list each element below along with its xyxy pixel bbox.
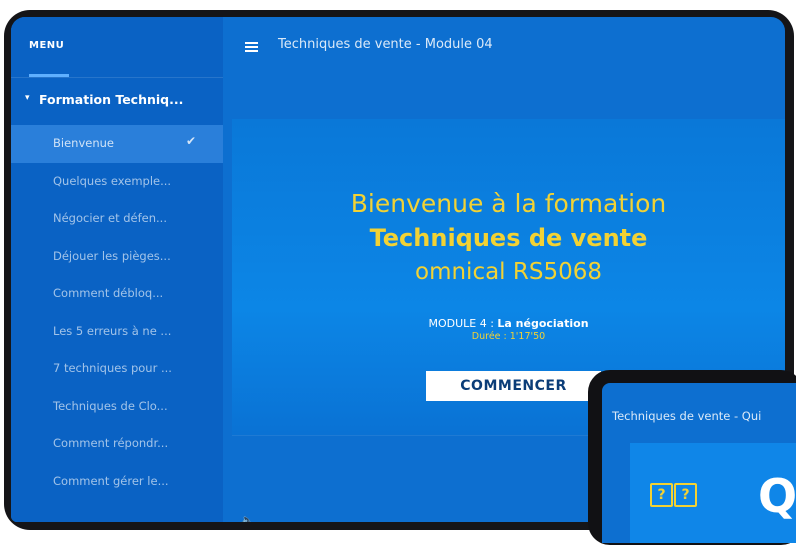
sidebar-item-gerer[interactable]: Comment gérer le... xyxy=(11,463,223,501)
menu-header: MENU xyxy=(11,17,223,78)
tablet-screen: Techniques de vente - Qui ? ? Q xyxy=(602,383,796,543)
sidebar-items: Bienvenue ✔ Quelques exemple... Négocier… xyxy=(11,125,223,500)
hamburger-menu-icon[interactable] xyxy=(245,42,258,52)
top-bar: Techniques de vente - Module 04 xyxy=(223,17,785,77)
sidebar-item-label: Quelques exemple... xyxy=(53,173,172,188)
sidebar-item-debloquer[interactable]: Comment débloq... xyxy=(11,275,223,313)
sidebar-item-techniques[interactable]: 7 techniques pour ... xyxy=(11,350,223,388)
menu-tab-underline xyxy=(29,74,69,77)
start-button[interactable]: COMMENCER xyxy=(426,371,601,401)
slide-heading-course: Techniques de vente xyxy=(369,224,648,252)
tablet-course-title: Techniques de vente - Qui xyxy=(612,409,762,423)
sidebar-item-exemples[interactable]: Quelques exemple... xyxy=(11,163,223,201)
sidebar-item-label: Techniques de Clo... xyxy=(53,398,168,413)
sidebar-item-label: Comment débloq... xyxy=(53,286,164,300)
sidebar-item-closing[interactable]: Techniques de Clo... xyxy=(11,388,223,426)
sidebar-item-label: Comment gérer le... xyxy=(53,473,169,488)
quiz-letter: Q xyxy=(758,469,796,523)
slide-heading-line1: Bienvenue à la formation xyxy=(350,189,667,218)
check-icon: ✔ xyxy=(186,134,197,148)
module-name: La négociation xyxy=(497,317,589,330)
sidebar-section-formation[interactable]: ▾ Formation Techniq... xyxy=(11,90,223,116)
course-title: Techniques de vente - Module 04 xyxy=(278,37,493,52)
sidebar-item-label: 7 techniques pour ... xyxy=(53,361,172,375)
module-prefix: MODULE 4 : xyxy=(428,317,498,330)
caret-down-icon: ▾ xyxy=(25,93,30,103)
sidebar-item-label: Négocier et défen... xyxy=(53,211,167,225)
section-label: Formation Techniq... xyxy=(39,92,184,107)
module-info: MODULE 4 : La négociation xyxy=(232,317,785,330)
volume-icon[interactable]: 🔈 xyxy=(241,515,253,522)
slide-heading-client: omnical RS5068 xyxy=(415,259,602,285)
menu-title: MENU xyxy=(29,40,65,51)
sidebar-item-bienvenue[interactable]: Bienvenue ✔ xyxy=(11,125,223,163)
module-duration: Durée : 1'17'50 xyxy=(471,331,546,342)
quiz-panel: ? ? Q xyxy=(630,443,796,543)
question-icon: ? xyxy=(650,483,673,507)
sidebar-item-dejouer[interactable]: Déjouer les pièges... xyxy=(11,238,223,276)
sidebar-item-repondre[interactable]: Comment répondr... xyxy=(11,425,223,463)
sidebar-menu: MENU ▾ Formation Techniq... Bienvenue ✔ … xyxy=(11,17,223,522)
sidebar-item-label: Déjouer les pièges... xyxy=(53,248,171,263)
sidebar-item-label: Comment répondr... xyxy=(53,436,169,450)
sidebar-item-label: Les 5 erreurs à ne ... xyxy=(53,323,172,338)
sidebar-item-label: Bienvenue xyxy=(53,136,114,150)
question-icon: ? xyxy=(674,483,697,507)
sidebar-item-negocier[interactable]: Négocier et défen... xyxy=(11,200,223,238)
sidebar-item-erreurs[interactable]: Les 5 erreurs à ne ... xyxy=(11,313,223,351)
